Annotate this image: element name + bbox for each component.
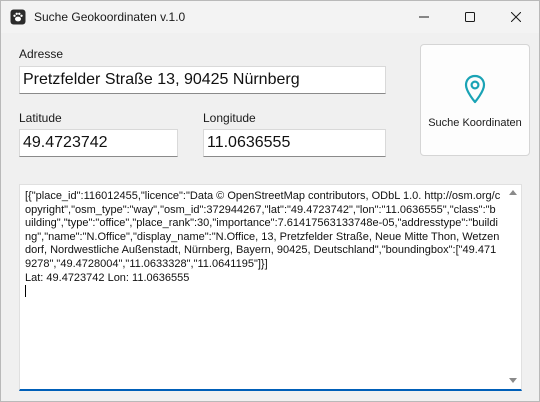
- title-bar[interactable]: Suche Geokoordinaten v.1.0: [1, 1, 539, 33]
- scroll-up-icon[interactable]: [509, 190, 517, 195]
- latitude-field[interactable]: 49.4723742: [19, 129, 178, 157]
- latitude-label: Latitude: [19, 111, 62, 125]
- address-field[interactable]: Pretzfelder Straße 13, 90425 Nürnberg: [19, 66, 386, 94]
- longitude-label: Longitude: [203, 111, 256, 125]
- map-pin-icon: [464, 74, 486, 109]
- main-content: Adresse Pretzfelder Straße 13, 90425 Nür…: [1, 33, 539, 401]
- vertical-scrollbar[interactable]: [507, 187, 519, 386]
- search-button-label: Suche Koordinaten: [428, 116, 522, 129]
- app-window: Suche Geokoordinaten v.1.0 Adresse Pretz…: [0, 0, 540, 402]
- window-title: Suche Geokoordinaten v.1.0: [34, 10, 186, 24]
- result-textbox[interactable]: [{"place_id":116012455,"licence":"Data ©…: [19, 184, 522, 391]
- result-text-content: [{"place_id":116012455,"licence":"Data ©…: [25, 190, 501, 284]
- result-text: [{"place_id":116012455,"licence":"Data ©…: [25, 190, 501, 300]
- close-button[interactable]: [493, 1, 539, 33]
- minimize-button[interactable]: [401, 1, 447, 33]
- longitude-field[interactable]: 11.0636555: [203, 129, 386, 157]
- paw-icon: [10, 9, 26, 25]
- minimize-icon: [419, 16, 429, 18]
- scroll-down-icon[interactable]: [509, 378, 517, 383]
- search-coordinates-button[interactable]: Suche Koordinaten: [420, 44, 530, 156]
- address-label: Adresse: [19, 47, 64, 61]
- caption-buttons: [401, 1, 539, 33]
- close-icon: [511, 12, 521, 22]
- text-caret: [25, 285, 26, 298]
- maximize-button[interactable]: [447, 1, 493, 33]
- maximize-icon: [465, 12, 475, 22]
